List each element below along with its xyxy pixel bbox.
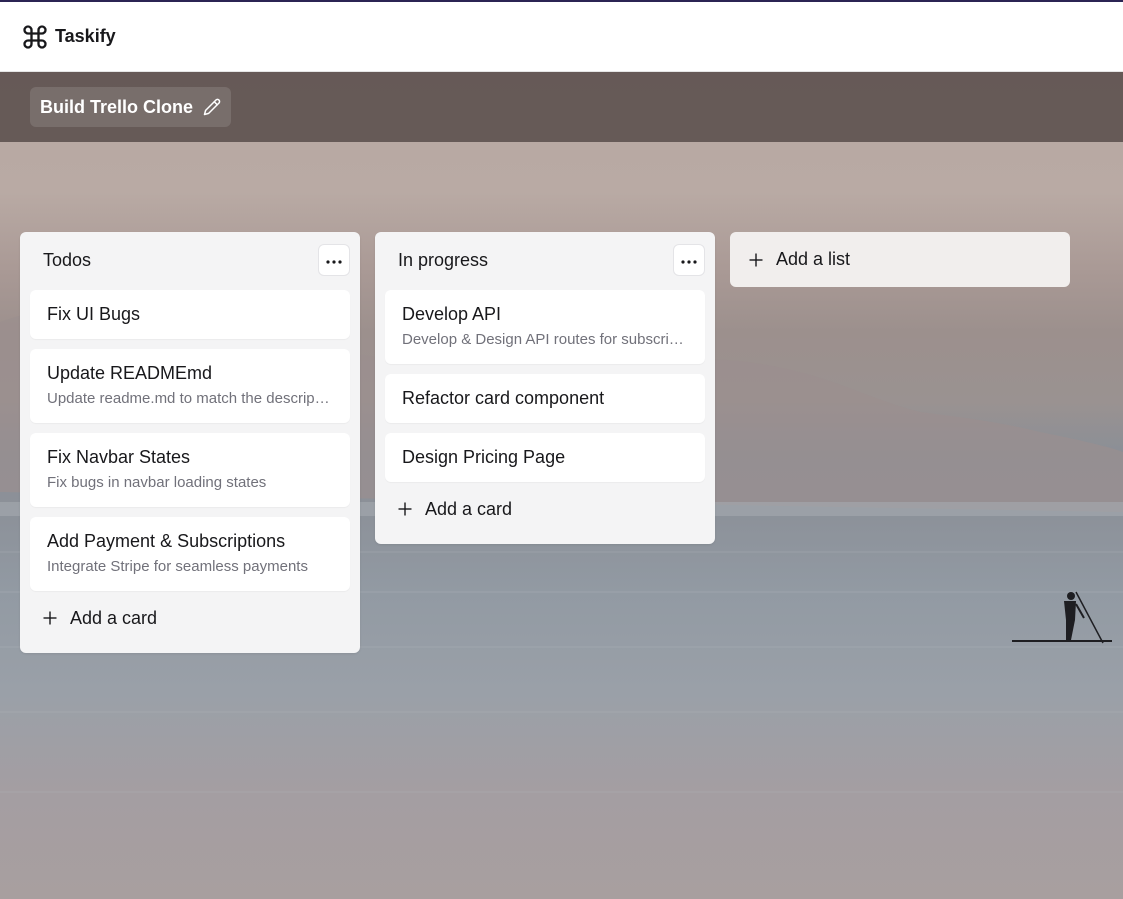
pencil-icon[interactable]: [203, 98, 221, 116]
card-title: Fix UI Bugs: [47, 304, 141, 324]
add-card-button[interactable]: Add a card: [375, 484, 715, 534]
list-header: In progress: [375, 232, 715, 288]
card[interactable]: Fix Navbar States Fix bugs in navbar loa…: [30, 433, 350, 507]
card[interactable]: Design Pricing Page: [385, 433, 705, 482]
board-title: Build Trello Clone: [40, 96, 194, 117]
list-options-button[interactable]: [318, 244, 350, 276]
board-page: Taskify Build Trello Clone Todos Fix UI …: [0, 0, 1123, 899]
plus-icon: [397, 501, 413, 517]
card-title: Update READMEmd: [47, 363, 213, 383]
card-description: Develop & Design API routes for subscrip…: [402, 331, 688, 348]
card-description: Fix bugs in navbar loading states: [47, 474, 267, 491]
card-list: Develop API Develop & Design API routes …: [375, 288, 715, 482]
command-icon[interactable]: [21, 23, 49, 51]
card-list: Fix UI Bugs Update READMEmd Update readm…: [20, 288, 360, 591]
add-card-label: Add a card: [70, 607, 158, 628]
add-list-button[interactable]: Add a list: [730, 232, 1070, 287]
list-header: Todos: [20, 232, 360, 288]
add-card-label: Add a card: [425, 498, 513, 519]
more-horizontal-icon: [681, 251, 697, 269]
card-description: Update readme.md to match the descriptio…: [47, 390, 333, 407]
card[interactable]: Fix UI Bugs: [30, 290, 350, 339]
card-title: Add Payment & Subscriptions: [47, 531, 286, 551]
paddleboarder-silhouette: [1012, 591, 1112, 644]
card[interactable]: Develop API Develop & Design API routes …: [385, 290, 705, 364]
card-title: Fix Navbar States: [47, 447, 191, 467]
card-description: Integrate Stripe for seamless payments: [47, 558, 308, 575]
plus-icon: [748, 252, 764, 268]
more-horizontal-icon: [326, 251, 342, 269]
board-title-button[interactable]: Build Trello Clone: [30, 87, 232, 127]
list-todos: Todos Fix UI Bugs Update READMEmd Update…: [20, 232, 360, 653]
card-title: Design Pricing Page: [402, 447, 566, 467]
card[interactable]: Update READMEmd Update readme.md to matc…: [30, 349, 350, 423]
add-list-label: Add a list: [776, 249, 851, 269]
add-card-button[interactable]: Add a card: [20, 593, 360, 643]
card-title: Develop API: [402, 304, 502, 324]
card-title: Refactor card component: [402, 388, 605, 408]
app-name[interactable]: Taskify: [55, 26, 116, 47]
list-options-button[interactable]: [673, 244, 705, 276]
list-title[interactable]: In progress: [398, 250, 488, 271]
list-title[interactable]: Todos: [43, 250, 91, 271]
card[interactable]: Refactor card component: [385, 374, 705, 423]
card[interactable]: Add Payment & Subscriptions Integrate St…: [30, 517, 350, 591]
top-navbar: Taskify: [0, 0, 1123, 72]
plus-icon: [42, 610, 58, 626]
board-title-bar: Build Trello Clone: [0, 72, 1123, 142]
list-in-progress: In progress Develop API Develop & Design…: [375, 232, 715, 544]
